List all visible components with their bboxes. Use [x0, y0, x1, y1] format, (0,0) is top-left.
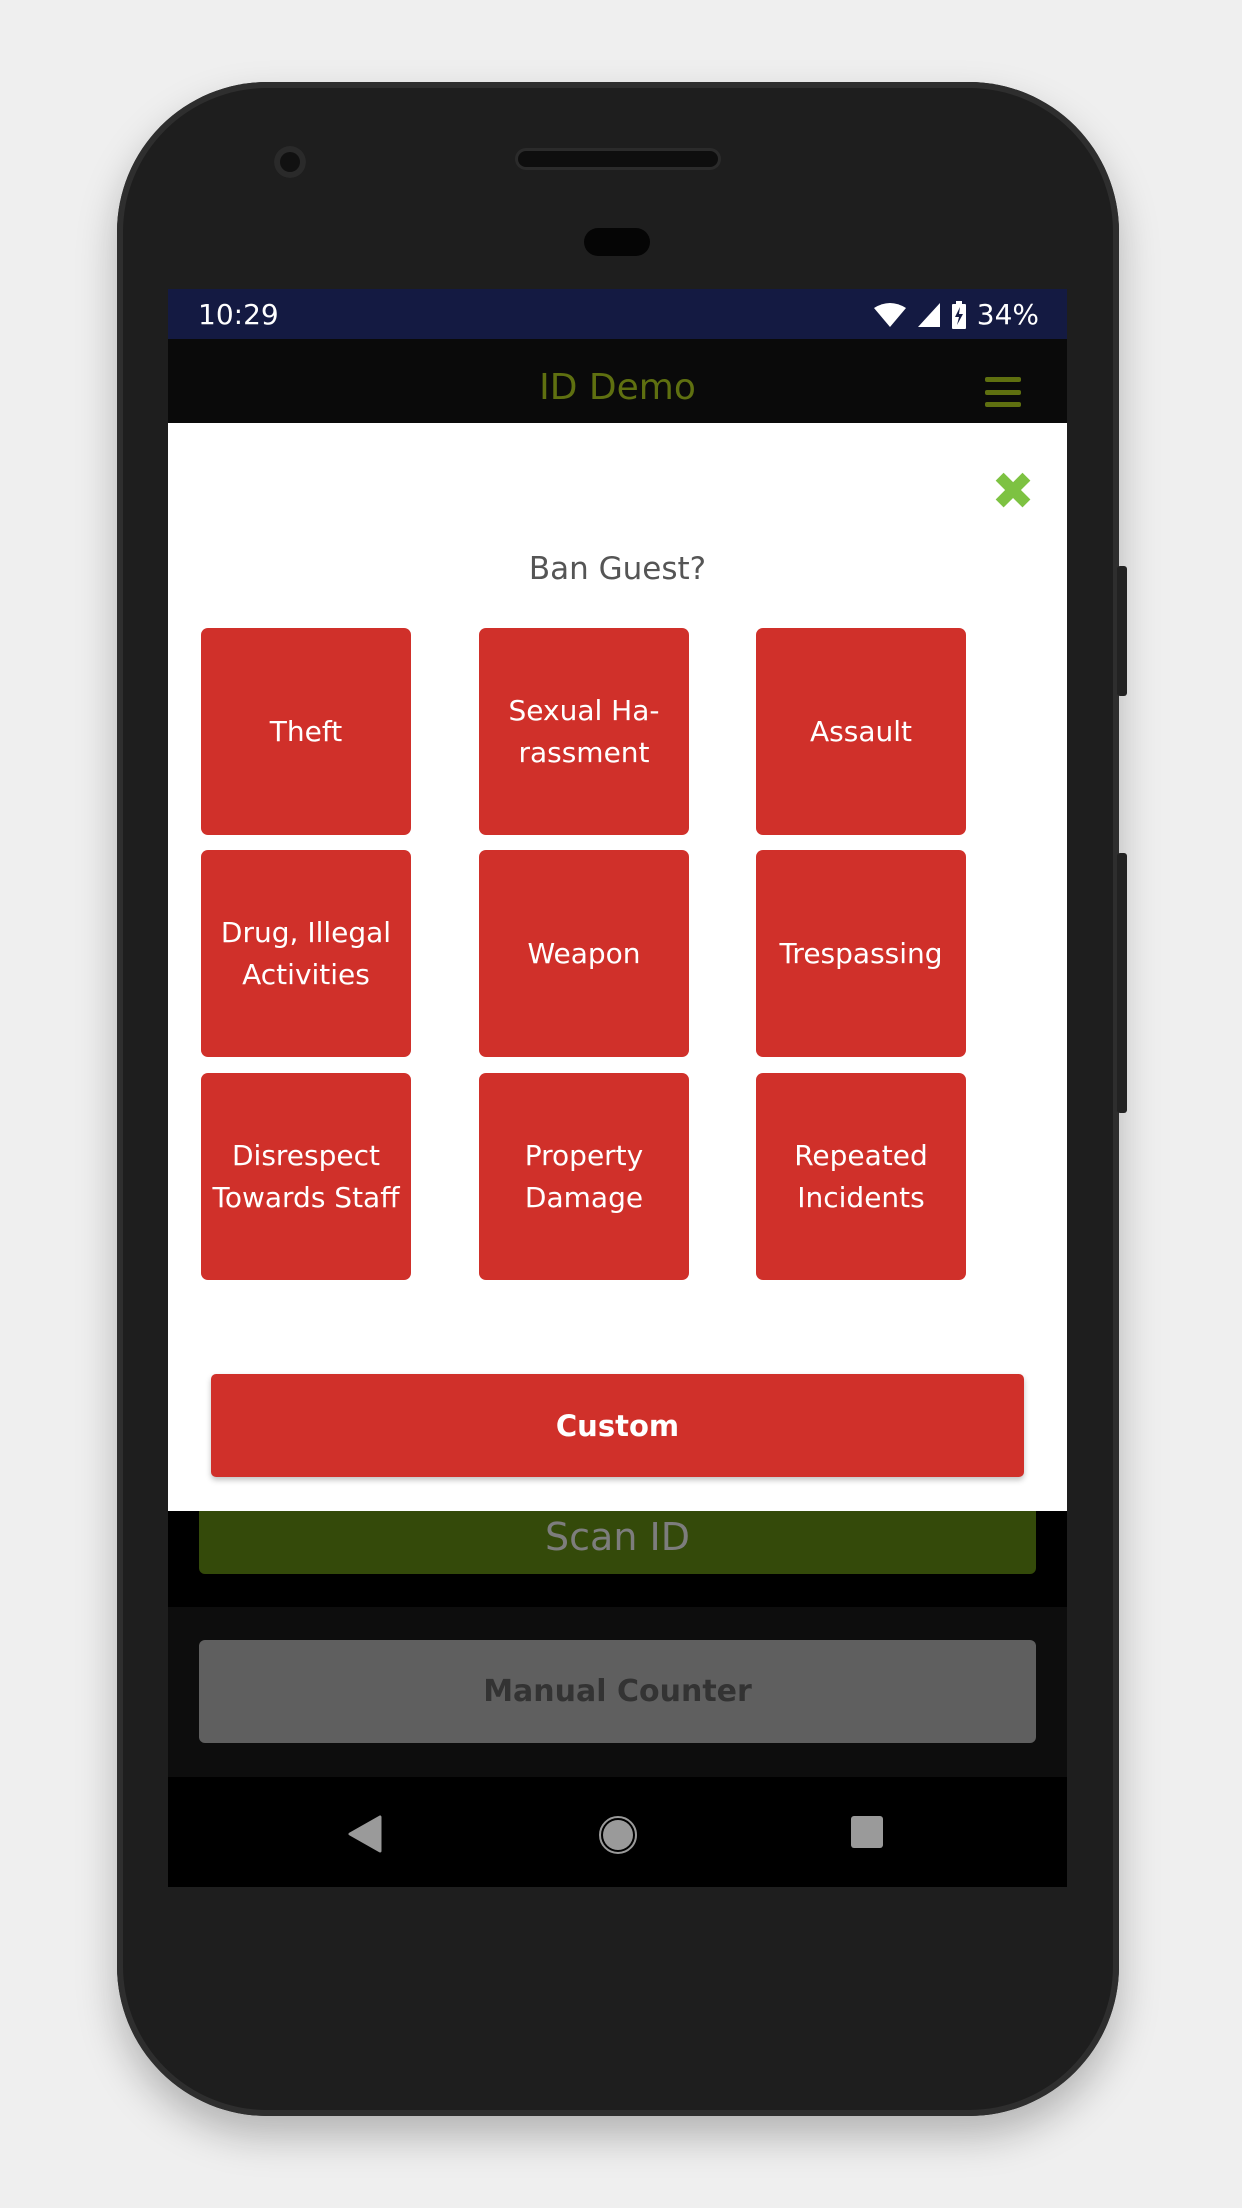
home-icon[interactable] — [598, 1815, 638, 1855]
manual-counter-button[interactable]: Manual Counter — [199, 1640, 1036, 1743]
back-icon[interactable] — [348, 1815, 382, 1853]
close-icon[interactable]: ✖ — [988, 466, 1038, 518]
ban-guest-dialog: ✖ Ban Guest? Theft Sexual Ha-rassment As… — [168, 423, 1067, 1511]
reason-theft-button[interactable]: Theft — [201, 628, 411, 835]
reason-property-damage-button[interactable]: Property Damage — [479, 1073, 689, 1280]
wifi-icon — [873, 302, 906, 327]
clock: 10:29 — [198, 298, 279, 331]
reason-disrespect-button[interactable]: Disrespect Towards Staff — [201, 1073, 411, 1280]
front-camera — [274, 146, 306, 178]
battery-charging-icon — [951, 300, 966, 329]
dialog-title: Ban Guest? — [528, 551, 707, 587]
reason-trespassing-button[interactable]: Trespassing — [756, 850, 966, 1057]
app-header: ID Demo — [168, 339, 1067, 423]
volume-button — [1117, 853, 1127, 1113]
navigation-bar — [168, 1777, 1067, 1887]
status-bar: 10:29 34% — [168, 289, 1067, 339]
scan-id-label: Scan ID — [545, 1515, 690, 1559]
reason-weapon-button[interactable]: Weapon — [479, 850, 689, 1057]
power-button — [1117, 566, 1127, 696]
menu-icon[interactable] — [985, 377, 1021, 407]
recents-icon[interactable] — [850, 1815, 884, 1849]
earpiece-speaker — [518, 151, 718, 167]
reason-sexual-harassment-button[interactable]: Sexual Ha-rassment — [479, 628, 689, 835]
reason-drug-button[interactable]: Drug, Illegal Activities — [201, 850, 411, 1057]
screen: 10:29 34% ID Demo Scan ID Manual Counter… — [168, 289, 1067, 1887]
reason-assault-button[interactable]: Assault — [756, 628, 966, 835]
app-title: ID Demo — [539, 367, 696, 408]
custom-button[interactable]: Custom — [211, 1374, 1024, 1477]
reason-repeated-incidents-button[interactable]: Repeated Incidents — [756, 1073, 966, 1280]
proximity-sensor — [584, 228, 650, 256]
signal-icon — [917, 302, 940, 327]
battery-percent: 34% — [976, 298, 1039, 331]
